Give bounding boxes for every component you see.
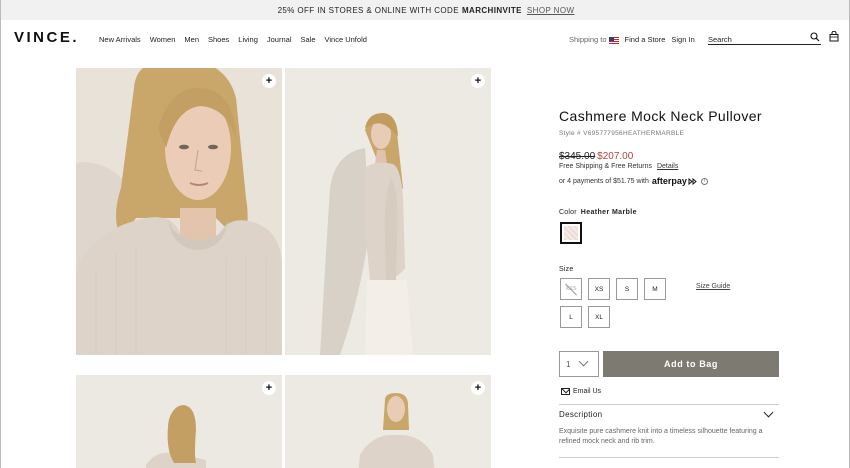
sign-in-link[interactable]: Sign In <box>671 35 694 44</box>
zoom-plus-icon[interactable]: + <box>471 74 485 88</box>
original-price: $345.00 <box>559 151 596 162</box>
product-image-front[interactable]: + <box>76 68 282 355</box>
promo-text: 25% OFF IN STORES & ONLINE WITH CODE <box>277 5 459 15</box>
color-label-row: Color Heather Marble <box>559 209 637 216</box>
swatch-fill <box>564 226 578 240</box>
promo-bar: 25% OFF IN STORES & ONLINE WITH CODE MAR… <box>1 0 849 20</box>
divider <box>559 404 779 405</box>
nav-shoes[interactable]: Shoes <box>208 35 229 44</box>
price: $345.00 $207.00 <box>559 151 633 162</box>
size-label: Size <box>559 266 574 273</box>
search-placeholder: Search <box>708 35 732 44</box>
chevron-down-icon <box>578 356 589 367</box>
model-portrait-illustration <box>76 68 282 355</box>
description-text: Exquisite pure cashmere knit into a time… <box>559 428 763 445</box>
main-nav: New Arrivals Women Men Shoes Living Jour… <box>99 35 367 44</box>
color-swatch-heather-marble[interactable] <box>560 222 582 244</box>
chevron-down-icon[interactable] <box>763 407 774 418</box>
nav-women[interactable]: Women <box>150 35 176 44</box>
quantity-value: 1 <box>566 360 571 369</box>
zoom-plus-icon[interactable]: + <box>262 381 276 395</box>
afterpay-logo: afterpay <box>652 176 698 186</box>
shipping-to-selector[interactable]: Shipping to <box>569 35 619 44</box>
utility-nav: Shipping to Find a Store Sign In <box>569 35 695 44</box>
shipping-to-label: Shipping to <box>569 35 607 44</box>
size-option-l[interactable]: L <box>560 306 582 328</box>
search-icon[interactable] <box>810 32 820 42</box>
site-header: VINCE. New Arrivals Women Men Shoes Livi… <box>1 20 849 60</box>
size-option-m[interactable]: M <box>644 278 666 300</box>
vince-logo[interactable]: VINCE. <box>14 29 79 46</box>
promo-code: MARCHINVITE <box>461 5 522 15</box>
nav-living[interactable]: Living <box>238 35 258 44</box>
size-guide-link[interactable]: Size Guide <box>696 283 730 290</box>
model-full-illustration <box>285 375 491 468</box>
nav-new-arrivals[interactable]: New Arrivals <box>99 35 141 44</box>
size-label-xxs: XXS <box>565 286 577 292</box>
shipping-info: Free Shipping & Free Returns Details <box>559 163 678 170</box>
search-input[interactable]: Search <box>708 31 821 45</box>
bag-icon[interactable] <box>829 31 839 42</box>
zoom-plus-icon[interactable]: + <box>471 381 485 395</box>
afterpay-text: or 4 payments of $51.75 with <box>559 177 649 185</box>
afterpay-info-icon[interactable]: i <box>700 177 708 185</box>
color-label: Color <box>559 209 577 216</box>
size-option-xs[interactable]: XS <box>588 278 610 300</box>
model-back-illustration <box>76 375 282 468</box>
afterpay-brand: afterpay <box>651 176 687 186</box>
quantity-select[interactable]: 1 <box>559 351 599 377</box>
style-number: Style # V695777956HEATHERMARBLE <box>559 130 685 137</box>
nav-journal[interactable]: Journal <box>267 35 292 44</box>
afterpay-info: or 4 payments of $51.75 with afterpay i <box>559 176 708 186</box>
product-title: Cashmere Mock Neck Pullover <box>559 108 762 124</box>
zoom-plus-icon[interactable]: + <box>262 74 276 88</box>
add-to-bag-button[interactable]: Add to Bag <box>603 351 779 377</box>
nav-vince-unfold[interactable]: Vince Unfold <box>325 35 367 44</box>
product-image-back[interactable]: + <box>76 375 282 468</box>
page: 25% OFF IN STORES & ONLINE WITH CODE MAR… <box>0 0 850 468</box>
product-image-side[interactable]: + <box>285 68 491 355</box>
afterpay-arrows-icon <box>688 177 697 186</box>
find-store-link[interactable]: Find a Store <box>625 35 666 44</box>
color-value: Heather Marble <box>580 209 637 216</box>
shipping-details-link[interactable]: Details <box>657 163 678 170</box>
nav-sale[interactable]: Sale <box>301 35 316 44</box>
sale-price: $207.00 <box>597 151 634 162</box>
divider <box>559 457 779 458</box>
email-us-link[interactable]: Email Us <box>561 388 601 395</box>
size-option-xxs[interactable]: XXS <box>560 278 582 300</box>
description-heading[interactable]: Description <box>559 410 602 419</box>
product-image-full[interactable]: + <box>285 375 491 468</box>
size-option-xl[interactable]: XL <box>588 306 610 328</box>
mail-icon <box>561 388 570 395</box>
nav-men[interactable]: Men <box>184 35 199 44</box>
email-us-label: Email Us <box>573 388 602 395</box>
model-side-illustration <box>285 68 491 355</box>
us-flag-icon <box>608 36 619 44</box>
size-option-s[interactable]: S <box>616 278 638 300</box>
shipping-text: Free Shipping & Free Returns <box>559 163 652 170</box>
shop-now-link[interactable]: SHOP NOW <box>527 6 575 15</box>
